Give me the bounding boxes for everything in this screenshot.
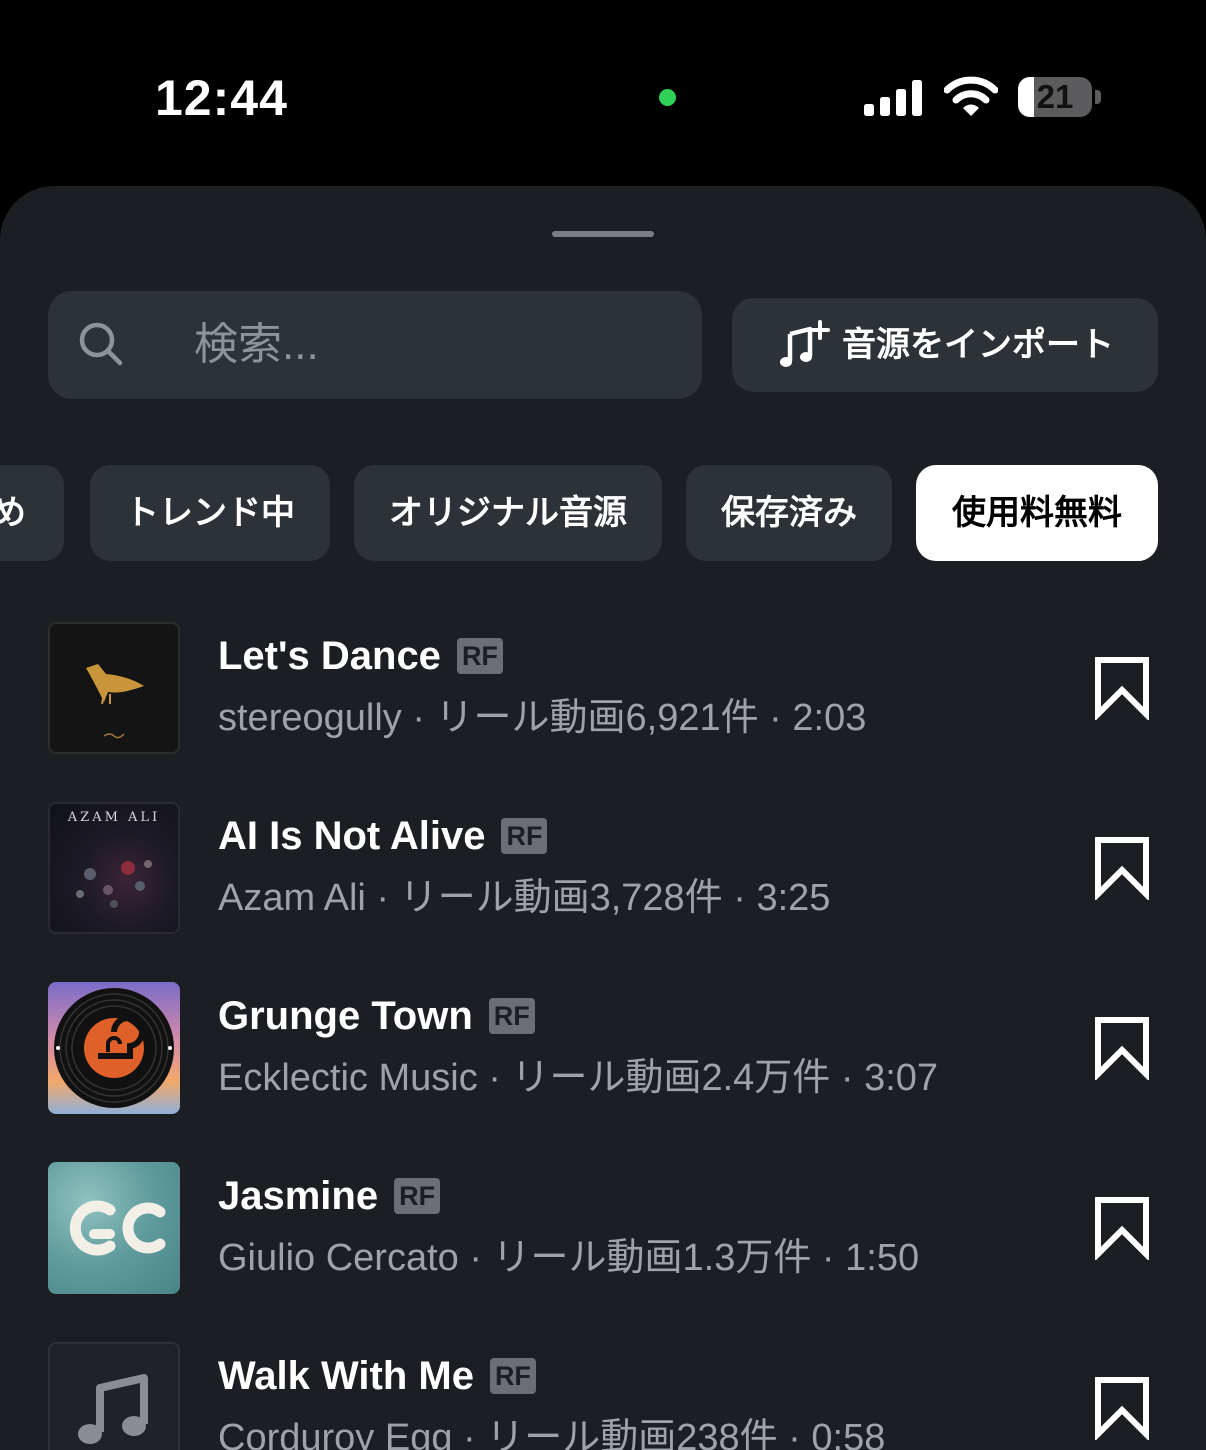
import-audio-label: 音源をインポート — [842, 326, 1114, 364]
track-cover — [48, 982, 180, 1114]
status-bar: 12:44 21 — [0, 0, 1206, 186]
search-placeholder: 検索... — [194, 320, 319, 369]
tab-label: オリジナル音源 — [389, 494, 627, 532]
tab-label: 保存済み — [721, 494, 857, 532]
tab-trending[interactable]: トレンド中 — [90, 465, 330, 561]
camera-indicator-dot — [659, 89, 676, 106]
gc-logo-artwork — [69, 1200, 166, 1256]
cellular-signal-icon — [864, 80, 922, 116]
royalty-free-badge: RF — [394, 1178, 441, 1214]
battery-icon: 21 — [1018, 77, 1102, 119]
search-input[interactable]: 検索... — [48, 291, 702, 399]
track-meta: Ecklectic Music · リール動画2.4万件 · 3:07 — [218, 1057, 939, 1099]
track-row[interactable]: Jasmine RF Giulio Cercato · リール動画1.3万件 ·… — [0, 1162, 1206, 1342]
music-note-placeholder-icon — [78, 1374, 148, 1444]
tab-label: 使用料無料 — [952, 494, 1122, 532]
royalty-free-badge: RF — [456, 638, 503, 674]
import-audio-button[interactable]: 音源をインポート — [732, 298, 1158, 392]
bookmark-icon[interactable] — [1094, 1196, 1150, 1260]
royalty-free-badge: RF — [489, 1358, 536, 1394]
track-cover — [48, 1162, 180, 1294]
royalty-free-badge: RF — [488, 998, 535, 1034]
audio-picker-sheet: 検索... 音源をインポート おすすめ トレンド中 オリジナル音源 保存済み 使… — [0, 186, 1206, 1450]
tab-label: トレンド中 — [125, 494, 295, 532]
track-row[interactable]: AZAM ALI AI Is Not Alive RF Azam Ali · リ… — [0, 802, 1206, 982]
track-meta: stereogully · リール動画6,921件 · 2:03 — [218, 697, 867, 739]
track-meta: Giulio Cercato · リール動画1.3万件 · 1:50 — [218, 1237, 920, 1279]
tab-original-audio[interactable]: オリジナル音源 — [354, 465, 662, 561]
royalty-free-badge: RF — [501, 818, 548, 854]
vinyl-artwork — [54, 988, 174, 1108]
wifi-icon — [944, 76, 998, 116]
track-title: Grunge Town — [218, 993, 473, 1038]
bookmark-icon[interactable] — [1094, 656, 1150, 720]
track-row[interactable]: Let's Dance RF stereogully · リール動画6,921件… — [0, 622, 1206, 802]
crow-artwork — [86, 664, 144, 739]
tab-recommended[interactable]: おすすめ — [0, 465, 64, 561]
search-icon — [79, 322, 123, 366]
track-cover — [48, 1342, 180, 1450]
track-meta: Corduroy Egg · リール動画238件 · 0:58 — [218, 1417, 886, 1450]
battery-percent: 21 — [1036, 78, 1074, 115]
tab-royalty-free[interactable]: 使用料無料 — [916, 465, 1158, 561]
sheet-grabber-handle[interactable] — [552, 231, 654, 237]
music-note-plus-icon — [780, 320, 830, 367]
tab-label: おすすめ — [0, 494, 26, 532]
bookmark-icon[interactable] — [1094, 836, 1150, 900]
bookmark-icon[interactable] — [1094, 1376, 1150, 1440]
track-title: Jasmine — [218, 1173, 379, 1218]
track-row[interactable]: Grunge Town RF Ecklectic Music · リール動画2.… — [0, 982, 1206, 1162]
track-cover — [48, 622, 180, 754]
flowers-artwork — [76, 860, 152, 908]
track-cover: AZAM ALI — [48, 802, 180, 934]
track-title: Walk With Me — [218, 1353, 474, 1398]
track-title: Let's Dance — [218, 633, 441, 678]
track-meta: Azam Ali · リール動画3,728件 · 3:25 — [218, 877, 831, 919]
status-time: 12:44 — [155, 70, 288, 126]
track-row[interactable]: Walk With Me RF Corduroy Egg · リール動画238件… — [0, 1342, 1206, 1450]
track-title: AI Is Not Alive — [218, 813, 486, 858]
bookmark-icon[interactable] — [1094, 1016, 1150, 1080]
tab-saved[interactable]: 保存済み — [686, 465, 892, 561]
